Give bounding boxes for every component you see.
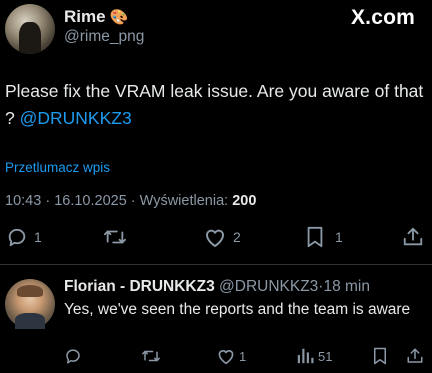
reply-icon bbox=[66, 349, 80, 364]
reply-header: Florian - DRUNKKZ3 @DRUNKKZ3·18 min bbox=[64, 278, 370, 296]
reply-repost-button[interactable] bbox=[140, 347, 162, 365]
heart-icon bbox=[218, 350, 234, 365]
reply-button[interactable]: 1 bbox=[6, 226, 42, 248]
heart-icon bbox=[205, 229, 225, 247]
reply-author-name[interactable]: Florian - DRUNKKZ3 bbox=[64, 278, 215, 295]
author-name[interactable]: Rime 🎨 bbox=[64, 7, 128, 27]
reply-age[interactable]: 18 min bbox=[323, 278, 370, 295]
tweet-mention[interactable]: @DRUNKKZ3 bbox=[20, 108, 132, 128]
share-icon bbox=[407, 348, 423, 363]
repost-icon bbox=[142, 350, 160, 362]
views-count: 200 bbox=[232, 193, 257, 209]
translate-link[interactable]: Przetlumacz wpis bbox=[5, 160, 110, 175]
reply-icon bbox=[8, 228, 26, 247]
reply-like-count: 1 bbox=[239, 348, 247, 364]
author-handle[interactable]: @rime_png bbox=[64, 28, 144, 46]
reply-text: Yes, we've seen the reports and the team… bbox=[64, 301, 411, 318]
reply-reply-button[interactable] bbox=[64, 347, 82, 365]
share-button[interactable] bbox=[402, 226, 424, 248]
tweet-text: Please fix the VRAM leak issue. Are you … bbox=[5, 78, 425, 132]
reply-views-button[interactable]: 51 bbox=[296, 347, 332, 365]
bookmark-icon bbox=[374, 347, 386, 365]
reply-share-button[interactable] bbox=[406, 347, 424, 365]
repost-button[interactable] bbox=[102, 226, 128, 248]
reply-bookmark-button[interactable] bbox=[372, 347, 388, 365]
tweet-meta: 10:43 · 16.10.2025 · Wyświetlenia: 200 bbox=[5, 193, 257, 209]
watermark: X.com bbox=[350, 6, 415, 29]
divider bbox=[0, 264, 432, 265]
reply-views-count: 51 bbox=[318, 348, 333, 364]
tweet-date[interactable]: 16.10.2025 bbox=[54, 193, 127, 209]
author-avatar[interactable] bbox=[5, 4, 55, 54]
reply-author-handle[interactable]: @DRUNKKZ3 bbox=[219, 278, 318, 295]
tweet-actions: 1 2 1 bbox=[0, 226, 432, 256]
bookmark-count: 1 bbox=[335, 229, 343, 245]
share-icon bbox=[403, 227, 423, 246]
repost-icon bbox=[103, 230, 126, 244]
author-name-text: Rime bbox=[64, 7, 106, 26]
reply-count: 1 bbox=[34, 229, 42, 245]
views-label: Wyświetlenia: bbox=[139, 193, 229, 209]
like-button[interactable]: 2 bbox=[203, 226, 241, 248]
bookmark-button[interactable]: 1 bbox=[305, 226, 343, 248]
reply-author-avatar[interactable] bbox=[5, 279, 55, 329]
tweet-time[interactable]: 10:43 bbox=[5, 193, 41, 209]
reply-actions: 1 51 bbox=[0, 347, 432, 371]
like-count: 2 bbox=[233, 229, 241, 245]
palette-emoji: 🎨 bbox=[109, 9, 129, 26]
bookmark-icon bbox=[307, 226, 323, 248]
reply-like-button[interactable]: 1 bbox=[216, 347, 246, 365]
views-icon bbox=[297, 348, 314, 364]
